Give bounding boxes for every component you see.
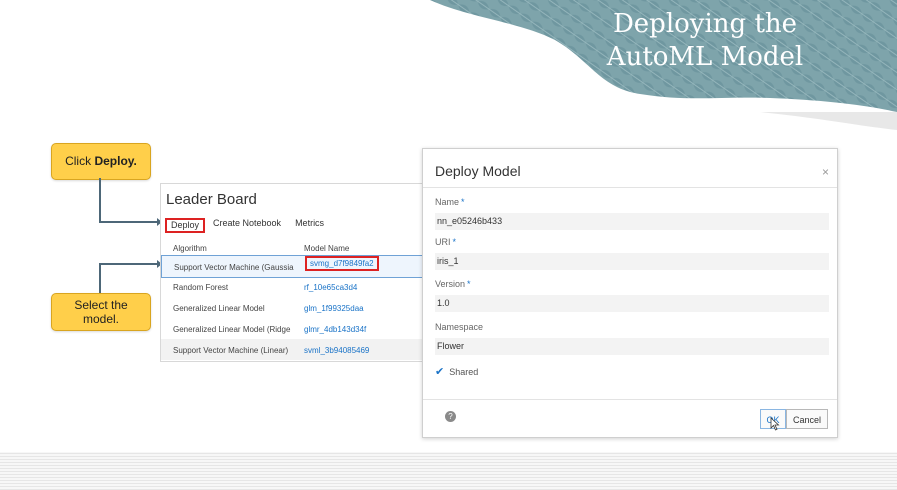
deploy-model-dialog: Deploy Model × Name * nn_e05246b433 URI * … xyxy=(422,148,838,438)
cancel-button[interactable]: Cancel xyxy=(786,409,828,429)
create-notebook-button[interactable]: Create Notebook xyxy=(213,218,281,233)
callout-deploy-bold: Deploy. xyxy=(94,154,137,168)
model-name-link[interactable]: svmg_d7f9849fa2 xyxy=(305,256,379,271)
slide-title-line2: AutoML Model xyxy=(606,42,804,72)
namespace-label: Namespace xyxy=(435,322,484,332)
model-name-link[interactable]: glmr_4db143d34f xyxy=(304,325,366,334)
algorithm-cell: Generalized Linear Model xyxy=(173,304,265,313)
connector-deploy-vertical xyxy=(99,178,101,222)
close-icon[interactable]: × xyxy=(822,165,829,179)
name-label: Name * xyxy=(435,197,465,207)
callout-click-deploy: Click Deploy. xyxy=(51,143,151,180)
divider xyxy=(423,399,837,400)
table-row[interactable]: Support Vector Machine (Linear) svml_3b9… xyxy=(161,339,423,360)
table-row[interactable]: Generalized Linear Model (Ridge ... glmr… xyxy=(161,318,423,339)
connector-model-horizontal xyxy=(99,263,159,265)
table-row[interactable]: Random Forest rf_10e65ca3d4 xyxy=(161,276,423,297)
algorithm-cell: Random Forest xyxy=(173,283,229,292)
connector-deploy-horizontal xyxy=(99,221,159,223)
mouse-cursor-icon xyxy=(770,417,780,431)
callout-select-model: Select the model. xyxy=(51,293,151,331)
column-model-name: Model Name xyxy=(304,244,350,253)
algorithm-cell: Support Vector Machine (Gaussian) xyxy=(174,263,294,272)
deploy-button[interactable]: Deploy xyxy=(165,218,206,233)
uri-field[interactable]: iris_1 xyxy=(435,253,829,270)
model-name-link[interactable]: svml_3b94085469 xyxy=(304,346,369,355)
algorithm-cell: Support Vector Machine (Linear) xyxy=(173,346,289,355)
leader-board-toolbar: Deploy Create Notebook Metrics xyxy=(165,218,338,233)
table-row[interactable]: Generalized Linear Model glm_1f99325daa xyxy=(161,297,423,318)
leader-board-panel: Leader Board Deploy Create Notebook Metr… xyxy=(160,183,424,362)
model-name-link[interactable]: glm_1f99325daa xyxy=(304,304,364,313)
slide-title: Deploying the AutoML Model xyxy=(575,8,835,74)
callout-select-line2: model. xyxy=(82,312,120,326)
help-icon[interactable]: ? xyxy=(445,411,456,422)
model-name-link[interactable]: rf_10e65ca3d4 xyxy=(304,283,357,292)
shared-label: Shared xyxy=(449,366,479,377)
uri-label: URI * xyxy=(435,237,457,247)
algorithm-cell: Generalized Linear Model (Ridge ... xyxy=(173,325,293,334)
version-field[interactable]: 1.0 xyxy=(435,295,829,312)
callout-select-line1: Select the xyxy=(74,298,128,312)
divider xyxy=(423,187,837,188)
connector-model-vertical xyxy=(99,263,101,293)
bottom-band xyxy=(0,452,897,490)
table-row[interactable]: Support Vector Machine (Gaussian) svmg_d… xyxy=(161,255,423,278)
column-algorithm: Algorithm xyxy=(173,244,207,253)
metrics-button[interactable]: Metrics xyxy=(295,218,324,233)
leader-board-title: Leader Board xyxy=(166,191,257,208)
namespace-field[interactable]: Flower xyxy=(435,338,829,355)
checkmark-icon: ✔ xyxy=(435,366,445,378)
shared-checkbox[interactable]: ✔ Shared xyxy=(435,365,478,378)
callout-deploy-prefix: Click xyxy=(65,154,95,168)
name-field[interactable]: nn_e05246b433 xyxy=(435,213,829,230)
version-label: Version * xyxy=(435,279,471,289)
dialog-title: Deploy Model xyxy=(435,163,521,179)
slide-title-line1: Deploying the xyxy=(612,9,798,39)
